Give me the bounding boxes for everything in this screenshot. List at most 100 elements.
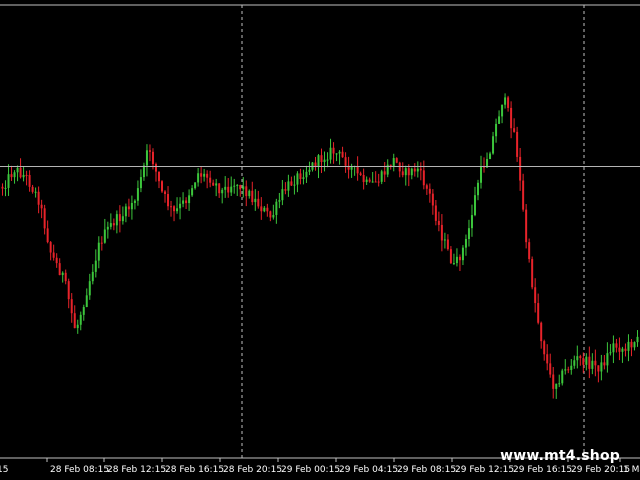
candle-body [594,360,597,366]
candle-body [49,242,52,253]
candle-body [185,200,188,204]
candle-body [507,97,510,108]
candle-body [127,206,130,210]
candle-body [100,242,103,244]
candle-body [332,147,335,154]
candle-body [299,173,302,180]
candle-body [245,186,248,197]
candle-body [182,200,185,204]
candle-body [173,206,176,212]
candle-body [13,172,16,178]
candle-body [179,203,182,209]
candle-body [19,167,22,178]
time-tick-label: 29 Feb 20:15 [571,465,630,475]
candle-body [10,174,13,178]
candle-body [79,314,82,325]
candle-body [425,185,428,189]
candle-body [458,256,461,261]
candle-body [501,104,504,117]
candle-body [326,159,329,161]
candle-body [473,195,476,216]
candle-body [176,208,179,212]
candle-body [573,360,576,366]
candle-body [197,173,200,183]
candle-body [76,324,79,329]
candle-body [16,167,19,173]
candle-body [495,123,498,137]
candles [1,93,639,399]
candle-body [200,173,203,177]
candle-body [338,151,341,154]
candle-body [383,171,386,175]
time-tick-label: 15 [0,465,8,475]
candle-body [356,165,359,174]
candle-body [368,179,371,182]
candle-body [504,97,507,105]
chart-canvas: 15 28 Feb 08:1528 Feb 12:1528 Feb 16:1528… [0,4,640,475]
candle-body [540,322,543,342]
candle-body [103,229,106,243]
candle-body [40,204,43,209]
candle-body [398,162,401,172]
candle-body [621,348,624,352]
candle-body [341,151,344,158]
candle-body [630,341,633,348]
candle-body [73,313,76,329]
candle-body [618,347,621,352]
candle-body [115,214,118,226]
candle-body [461,247,464,261]
candle-body [606,353,609,366]
candle-body [224,186,227,190]
candle-body [296,173,299,185]
candle-body [603,362,606,366]
candle-body [489,153,492,160]
candle-body [627,341,630,351]
candle-body [70,299,73,314]
candle-body [58,263,61,276]
candle-body [302,177,305,180]
candle-body [278,200,281,202]
candle-body [269,211,272,218]
candle-body [227,186,230,193]
candle-body [157,171,160,182]
candle-body [28,175,31,187]
candle-body [106,226,109,230]
watermark-text: www.mt4.shop [500,448,620,464]
candle-body [55,257,58,264]
candle-body [118,214,121,222]
candle-body [549,363,552,375]
candle-body [498,116,501,124]
candle-body [609,352,612,354]
candle-body [522,180,525,210]
candle-body [516,131,519,157]
time-tick-label: 29 Feb 12:15 [455,465,514,475]
candle-body [615,343,618,348]
candle-body [344,157,347,166]
candle-body [251,190,254,203]
candle-body [284,189,287,191]
candle-body [365,179,368,183]
candle-body [151,151,154,165]
time-tick-label: 29 Feb 16:15 [513,465,572,475]
candle-body [633,342,636,348]
candle-body [167,194,170,207]
candle-body [121,216,124,222]
candle-body [329,147,332,160]
candle-body [404,168,407,176]
candle-body [464,239,467,248]
candle-body [25,174,28,176]
candle-body [455,256,458,264]
candle-body [142,165,145,178]
candle-body [537,303,540,323]
time-tick-label: 28 Feb 08:15 [50,465,109,475]
candle-body [335,153,338,155]
candle-body [419,168,422,171]
price-chart[interactable]: 15 28 Feb 08:1528 Feb 12:1528 Feb 16:1528… [0,0,640,480]
candle-body [480,166,483,183]
candle-body [164,191,167,195]
candle-body [308,169,311,172]
candle-body [359,173,362,175]
candle-body [194,182,197,189]
candle-body [582,358,585,365]
candle-body [31,186,34,192]
